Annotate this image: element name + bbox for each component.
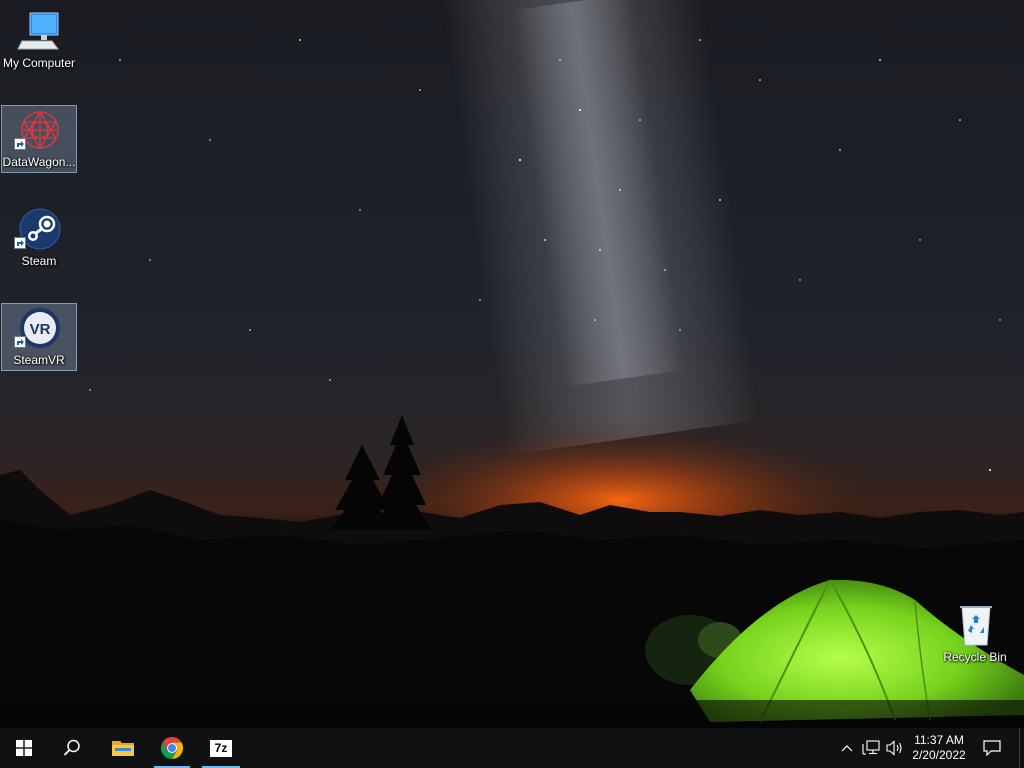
shortcut-arrow-icon <box>14 138 26 150</box>
folder-icon <box>112 741 134 756</box>
show-desktop-button[interactable] <box>1019 728 1024 768</box>
clock-time: 11:37 AM <box>914 733 964 747</box>
desktop-wallpaper <box>0 0 1024 728</box>
taskbar: 7z 11:37 AM 2/20/2022 <box>0 728 1024 768</box>
7zip-button[interactable]: 7z <box>200 728 242 768</box>
chevron-up-icon <box>841 745 853 752</box>
show-hidden-icons-button[interactable] <box>838 728 856 768</box>
recycle-bin-icon <box>952 603 1000 647</box>
desktop-icon-steamvr[interactable]: VR SteamVR <box>1 303 77 371</box>
volume-icon <box>886 740 902 756</box>
7zip-icon-text: 7z <box>214 741 228 755</box>
desktop-icon-my-computer[interactable]: My Computer <box>1 6 77 74</box>
chrome-button[interactable] <box>152 728 192 768</box>
taskbar-clock[interactable]: 11:37 AM 2/20/2022 <box>906 728 972 768</box>
action-center-icon <box>983 740 1001 756</box>
chrome-icon <box>160 737 184 759</box>
network-button[interactable] <box>860 728 882 768</box>
search-icon <box>63 739 80 756</box>
action-center-button[interactable] <box>976 728 1008 768</box>
search-button[interactable] <box>48 728 96 768</box>
desktop-icon-label: SteamVR <box>13 353 65 367</box>
desktop-icon-label: DataWagon... <box>2 155 76 169</box>
desktop-icon-datawagon[interactable]: DataWagon... <box>1 105 77 173</box>
windows-logo-icon <box>16 740 32 756</box>
start-button[interactable] <box>0 728 48 768</box>
network-icon <box>862 740 880 755</box>
desktop-icon-label: Recycle Bin <box>943 650 1007 664</box>
shortcut-arrow-icon <box>14 336 26 348</box>
desktop-icon-label: Steam <box>21 254 57 268</box>
desktop-icon-steam[interactable]: Steam <box>1 204 77 272</box>
shortcut-arrow-icon <box>14 237 26 249</box>
desktop-icon-recycle-bin[interactable]: Recycle Bin <box>937 600 1013 668</box>
volume-button[interactable] <box>884 728 906 768</box>
svg-text:VR: VR <box>30 321 51 338</box>
clock-date: 2/20/2022 <box>912 748 966 762</box>
wallpaper-image <box>0 0 1024 728</box>
computer-icon <box>16 9 64 53</box>
desktop-icon-label: My Computer <box>2 56 76 70</box>
7zip-icon: 7z <box>210 739 232 757</box>
file-explorer-button[interactable] <box>100 728 146 768</box>
